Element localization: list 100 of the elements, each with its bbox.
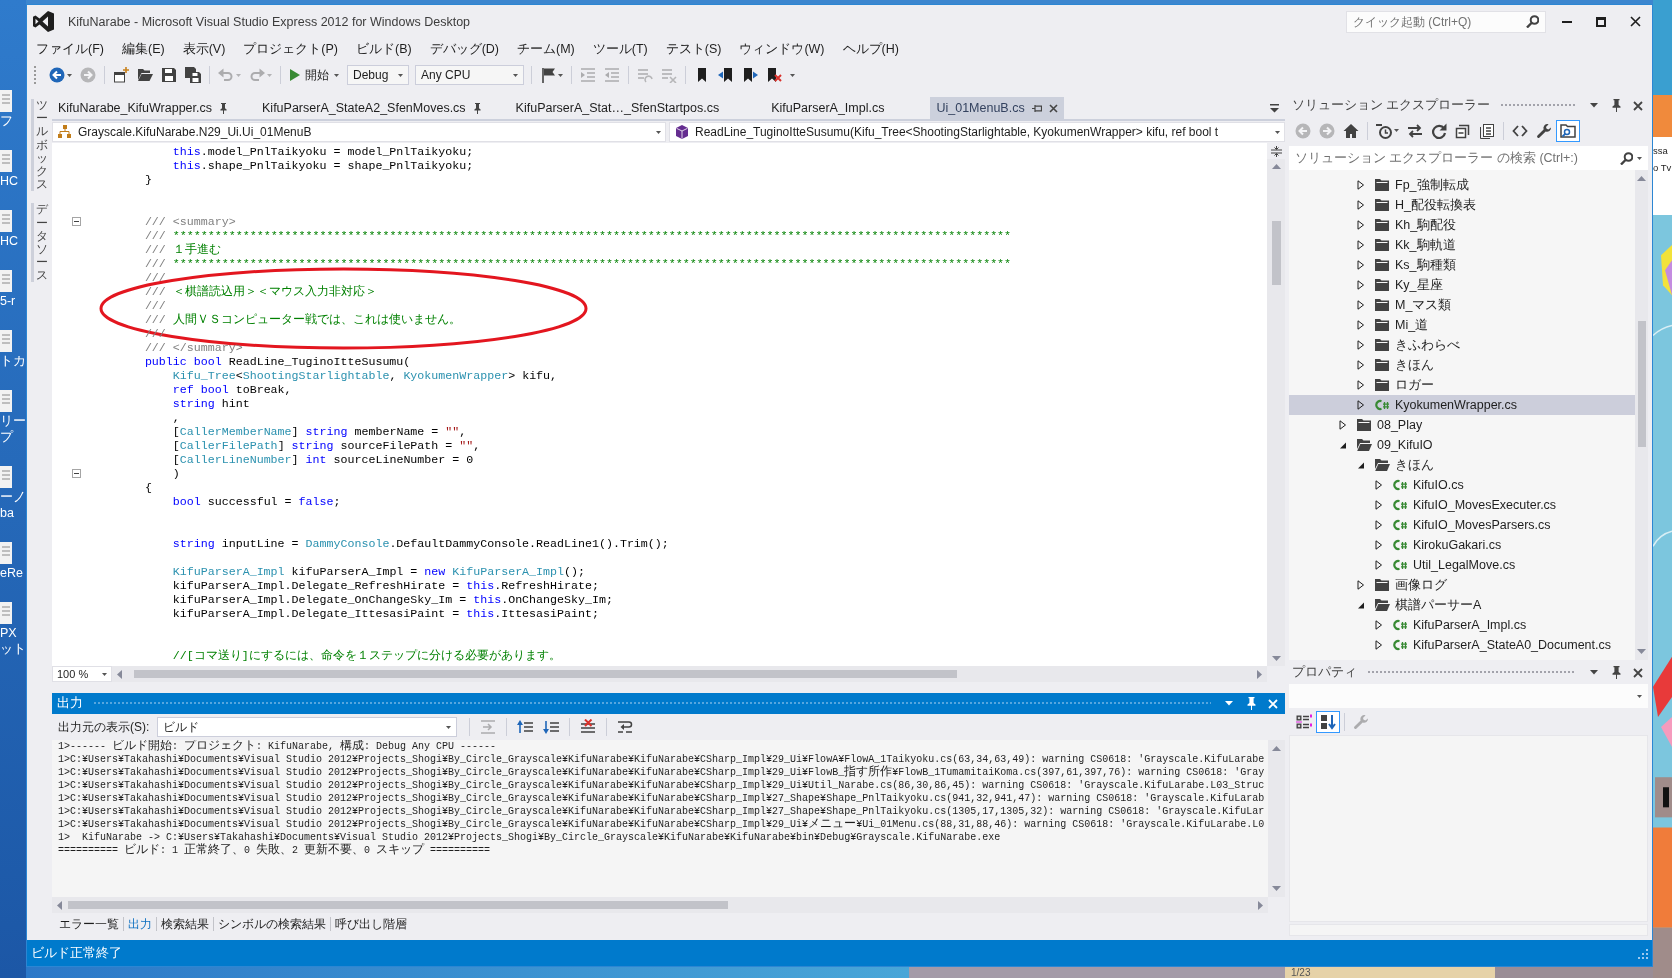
tree-item[interactable]: KifuParserA_Impl.cs (1289, 615, 1635, 635)
code-line: /// (144, 298, 166, 313)
panel-tab[interactable]: 出力 (124, 914, 156, 934)
tree-item[interactable]: Ks_駒種類 (1289, 255, 1635, 275)
scrollbar-thumb[interactable] (1637, 321, 1646, 447)
menu-item[interactable]: ファイル(F) (27, 39, 113, 59)
folder-icon (1356, 417, 1372, 433)
split-button[interactable] (1267, 143, 1285, 159)
panel-tab[interactable]: エラー一覧 (55, 914, 123, 934)
tree-item[interactable]: きふわらべ (1289, 335, 1635, 355)
tool-window-tab[interactable]: ツールボックス (31, 99, 48, 192)
desktop-icon-label[interactable]: トカ (0, 354, 26, 368)
scrollbar-thumb[interactable] (134, 670, 957, 678)
tree-item[interactable]: KifuIO_MovesExecuter.cs (1289, 495, 1635, 515)
tree-item[interactable]: Ky_星座 (1289, 275, 1635, 295)
tree-item[interactable]: 08_Play (1289, 415, 1635, 435)
menu-item[interactable]: プロジェクト(P) (234, 39, 347, 59)
tree-item[interactable]: きほん (1289, 455, 1635, 475)
scroll-down-arrow-icon (1637, 649, 1646, 654)
desktop-icon-label[interactable]: eRe (0, 566, 23, 580)
tree-item[interactable]: KifuIO.cs (1289, 475, 1635, 495)
tree-item[interactable]: Util_LegalMove.cs (1289, 555, 1635, 575)
tree-item[interactable]: 09_KifuIO (1289, 435, 1635, 455)
start-button[interactable]: 開始 (285, 64, 344, 86)
code-line: bool successful = false; (172, 494, 341, 509)
scrollbar-thumb[interactable] (1271, 221, 1281, 285)
tree-item[interactable]: KirokuGakari.cs (1289, 535, 1635, 555)
pin-icon (1610, 666, 1622, 679)
tree-item[interactable]: KifuParserA_StateA0_Document.cs (1289, 635, 1635, 655)
caret-icon (1590, 103, 1598, 108)
code-line: //[コマ送り]にするには、命令を１ステップに分ける必要があります。 (172, 648, 561, 663)
document-tab[interactable]: KifuParserA_StateA2_SfenMoves.cs (256, 97, 488, 119)
toolbar-grip[interactable] (33, 65, 37, 85)
tree-item[interactable]: Fp_強制転成 (1289, 175, 1635, 195)
tree-item[interactable]: H_配役転換表 (1289, 195, 1635, 215)
menu-item[interactable]: ウィンドウ(W) (730, 39, 834, 59)
toolbar-dropdown[interactable]: Debug (347, 65, 409, 85)
tool-window-tab[interactable]: データソース (31, 203, 48, 283)
type-dropdown[interactable]: Grayscale.KifuNarabe.N29_Ui.Ui_01MenuB (52, 122, 666, 142)
menu-item[interactable]: ツール(T) (583, 39, 657, 59)
tree-item[interactable]: KyokumenWrapper.cs (1289, 395, 1635, 415)
desktop-icon-label[interactable]: HC (0, 174, 19, 188)
panel-tab[interactable]: シンボルの検索結果 (214, 914, 330, 934)
desktop-icon-label[interactable]: ba (0, 506, 14, 520)
desktop-icon-label[interactable]: 5-r (0, 294, 16, 308)
output-source-label: 出力元の表示(S): (58, 718, 150, 736)
caret-icon (1394, 129, 1399, 132)
tree-item[interactable]: ロガー (1289, 375, 1635, 395)
search-field[interactable]: ソリューション エクスプローラー の検索 (Ctrl+:) (1289, 146, 1648, 170)
alphabetical-button[interactable] (1316, 711, 1340, 733)
desktop-icon-label[interactable]: リー (0, 414, 26, 428)
document-tab[interactable]: KifuParserA_Impl.cs (765, 97, 891, 119)
desktop-icon-label[interactable]: フ (0, 114, 13, 128)
horizontal-scrollbar[interactable] (52, 897, 1268, 913)
scrollbar-thumb[interactable] (68, 901, 728, 909)
horizontal-scrollbar[interactable] (112, 666, 1267, 682)
caret-icon (1637, 156, 1642, 160)
scroll-right-arrow-icon (1257, 669, 1262, 679)
code-file-icon (1392, 637, 1408, 653)
menu-item[interactable]: テスト(S) (656, 39, 731, 59)
caret-icon (67, 73, 72, 77)
tree-item[interactable]: Mi_道 (1289, 315, 1635, 335)
tree-item[interactable]: 画像ログ (1289, 575, 1635, 595)
panel-title: ソリューション エクスプローラー (1292, 97, 1491, 114)
panel-tab[interactable]: 呼び出し階層 (331, 914, 411, 934)
document-tab[interactable]: Ui_01MenuB.cs (930, 97, 1064, 119)
play-icon (290, 69, 300, 81)
menu-item[interactable]: 表示(V) (173, 39, 235, 59)
preview-button[interactable] (1556, 119, 1580, 142)
scroll-left-arrow-icon (117, 669, 122, 679)
tree-item[interactable]: Kh_駒配役 (1289, 215, 1635, 235)
tree-item[interactable]: 棋譜パーサーA (1289, 595, 1635, 615)
desktop-icon-label[interactable]: PX (0, 626, 17, 640)
desktop-icon-label[interactable]: プ (0, 430, 13, 444)
sort-down-arrow-icon (1320, 714, 1336, 730)
desktop-icon-label[interactable]: ット (0, 642, 26, 656)
vertical-scrollbar[interactable] (1268, 740, 1285, 897)
vertical-scrollbar[interactable] (1635, 170, 1648, 660)
zoom-dropdown[interactable]: 100 % (52, 666, 112, 682)
desktop-icon-label[interactable]: HC (0, 234, 19, 248)
desktop-icon-label[interactable]: ーノ (0, 490, 26, 504)
tree-item[interactable]: M_マス類 (1289, 295, 1635, 315)
tree-item[interactable]: きほん (1289, 355, 1635, 375)
panel-title: 出力 (57, 695, 83, 712)
quick-launch-field[interactable]: クイック起動 (Ctrl+Q) (1346, 10, 1546, 33)
tree-item[interactable]: KifuIO_MovesParsers.cs (1289, 515, 1635, 535)
document-tab[interactable]: KifuNarabe_KifuWrapper.cs (52, 97, 235, 119)
panel-tab[interactable]: 検索結果 (157, 914, 213, 934)
menu-item[interactable]: デバッグ(D) (420, 39, 508, 59)
tree-item[interactable]: Kk_駒軌道 (1289, 235, 1635, 255)
member-dropdown[interactable]: ReadLine_TuginoItteSusumu(Kifu_Tree<ShootingStarlightable, KyokumenWrapper> kifu, ref bool t (669, 122, 1285, 142)
outdent-lines-icon (604, 67, 620, 83)
code-line: kifuParserA_Impl.Delegate_IttesasiPaint = this.IttesasiPaint; (172, 606, 599, 621)
toolbar-dropdown[interactable]: Any CPU (415, 65, 524, 85)
output-source-dropdown[interactable]: ビルド (157, 717, 458, 737)
menu-item[interactable]: 編集(E) (112, 39, 174, 59)
menu-item[interactable]: チーム(M) (508, 39, 584, 59)
menu-item[interactable]: ビルド(B) (347, 39, 421, 59)
menu-item[interactable]: ヘルプ(H) (833, 39, 908, 59)
document-tab[interactable]: KifuParserA_Stat…_SfenStartpos.cs (509, 97, 726, 119)
